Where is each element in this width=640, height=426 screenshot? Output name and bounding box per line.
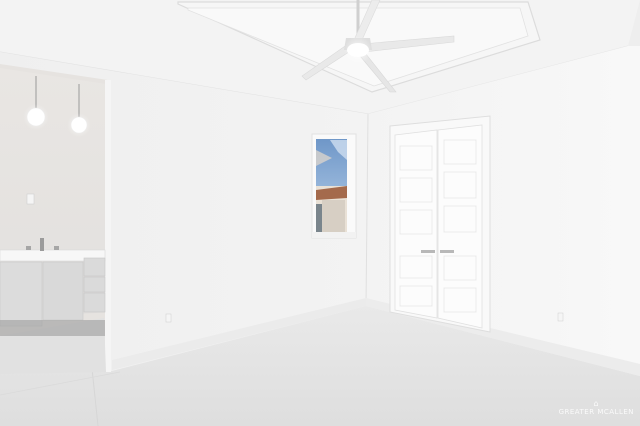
wall-outlet-left: [165, 313, 172, 323]
door-handle-right: [440, 250, 454, 253]
watermark-house-icon: ⌂: [593, 399, 600, 408]
vanity-cabinet-mid: [42, 261, 84, 321]
closet-door-left: [394, 129, 438, 319]
door-handle-left: [421, 250, 435, 253]
door-casing: [105, 80, 111, 372]
faucet: [40, 238, 44, 251]
wall-outlet: [26, 193, 35, 205]
vanity-drawer-3: [83, 292, 106, 313]
vanity-drawer-1: [83, 257, 106, 277]
watermark-text: GREATER MCALLEN: [558, 408, 634, 416]
wall-outlet-right: [557, 312, 564, 322]
photo-watermark: ⌂ GREATER MCALLEN: [558, 399, 634, 417]
room-photo: [0, 0, 640, 426]
vanity-drawer-2: [83, 276, 106, 293]
vanity-cabinet-left: [0, 261, 43, 327]
closet-door-right: [437, 124, 483, 329]
